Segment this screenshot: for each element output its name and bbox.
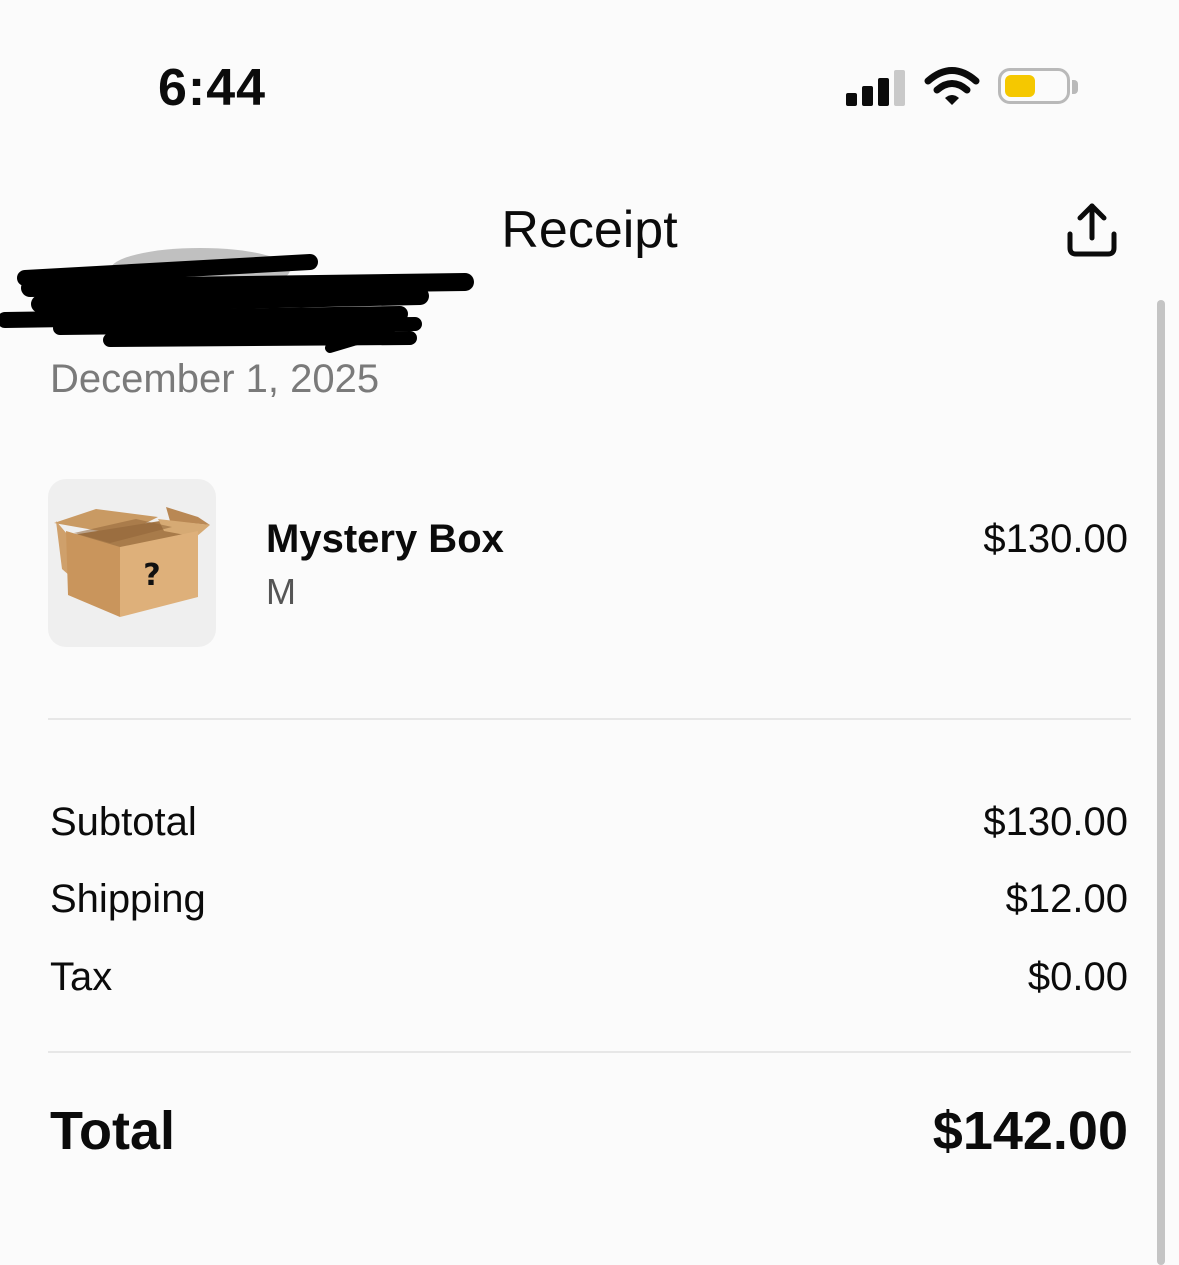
shipping-label: Shipping <box>50 877 206 921</box>
wifi-icon <box>924 67 980 105</box>
battery-level <box>1005 75 1035 97</box>
cardboard-box-icon: ? <box>54 507 210 617</box>
share-icon[interactable] <box>1060 198 1124 262</box>
order-date: December 1, 2025 <box>50 357 380 401</box>
item-name: Mystery Box <box>266 517 504 561</box>
total-value: $142.00 <box>932 1101 1128 1161</box>
question-mark: ? <box>143 558 160 593</box>
cellular-signal-icon <box>846 70 906 106</box>
tax-value: $0.00 <box>1027 955 1128 999</box>
receipt-screen: 6:44 Receipt December 1, 2025 ? Mystery … <box>0 0 1179 1265</box>
total-label: Total <box>50 1101 175 1161</box>
item-thumbnail[interactable]: ? <box>48 479 216 647</box>
shipping-value: $12.00 <box>1005 877 1128 921</box>
item-variant: M <box>266 571 296 612</box>
subtotal-value: $130.00 <box>983 800 1128 844</box>
status-time: 6:44 <box>158 59 267 117</box>
divider <box>48 1051 1131 1053</box>
redaction-scribble <box>0 248 474 353</box>
tax-label: Tax <box>50 955 113 999</box>
divider <box>48 718 1131 720</box>
scrollbar[interactable] <box>1157 300 1165 1265</box>
subtotal-label: Subtotal <box>50 800 197 844</box>
battery-icon <box>998 68 1082 108</box>
item-price: $130.00 <box>983 517 1128 561</box>
